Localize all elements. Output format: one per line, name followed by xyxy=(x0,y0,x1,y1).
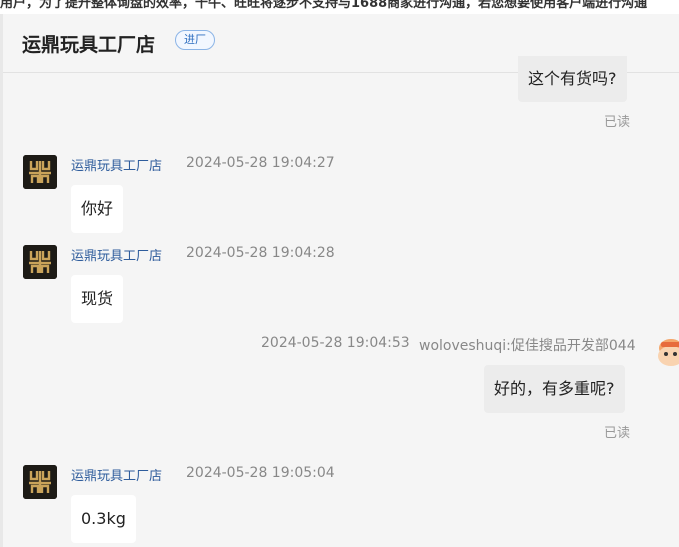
shop-avatar[interactable] xyxy=(23,155,57,189)
my-account-name: woloveshuqi:促佳搜品开发部044 xyxy=(419,338,636,354)
message-bubble-mine[interactable]: 这个有货吗? xyxy=(518,56,627,102)
shop-name[interactable]: 运鼎玩具工厂店 xyxy=(22,30,155,57)
shop-badge[interactable]: 进厂 xyxy=(175,30,215,50)
message-time: 2024-05-28 19:04:53 xyxy=(261,335,410,351)
message-time: 2024-05-28 19:04:27 xyxy=(186,155,335,171)
message-bubble[interactable]: 0.3kg xyxy=(71,495,136,543)
left-divider xyxy=(0,14,3,547)
sender-name[interactable]: 运鼎玩具工厂店 xyxy=(71,155,162,174)
message-bubble[interactable]: 现货 xyxy=(71,275,124,323)
notice-banner: 用户，为了提升整体询盘的效率，千牛、旺旺将逐步不支持与1688商家进行沟通，若您… xyxy=(0,0,679,14)
user-avatar[interactable] xyxy=(656,334,679,370)
sender-name[interactable]: 运鼎玩具工厂店 xyxy=(71,245,162,264)
read-status: 已读 xyxy=(604,426,631,441)
sender-name[interactable]: 运鼎玩具工厂店 xyxy=(71,465,162,484)
message-bubble[interactable]: 你好 xyxy=(71,185,124,233)
read-status: 已读 xyxy=(604,115,631,130)
shop-logo-icon xyxy=(23,245,57,279)
notice-banner-text: 用户，为了提升整体询盘的效率，千牛、旺旺将逐步不支持与1688商家进行沟通，若您… xyxy=(0,0,648,11)
message-bubble-mine[interactable]: 好的，有多重呢? xyxy=(484,365,625,413)
user-avatar-icon xyxy=(658,339,679,366)
shop-logo-icon xyxy=(23,155,57,189)
shop-avatar[interactable] xyxy=(23,245,57,279)
message-time: 2024-05-28 19:05:04 xyxy=(186,465,335,481)
shop-logo-icon xyxy=(23,465,57,499)
message-time: 2024-05-28 19:04:28 xyxy=(186,245,335,261)
shop-avatar[interactable] xyxy=(23,465,57,499)
